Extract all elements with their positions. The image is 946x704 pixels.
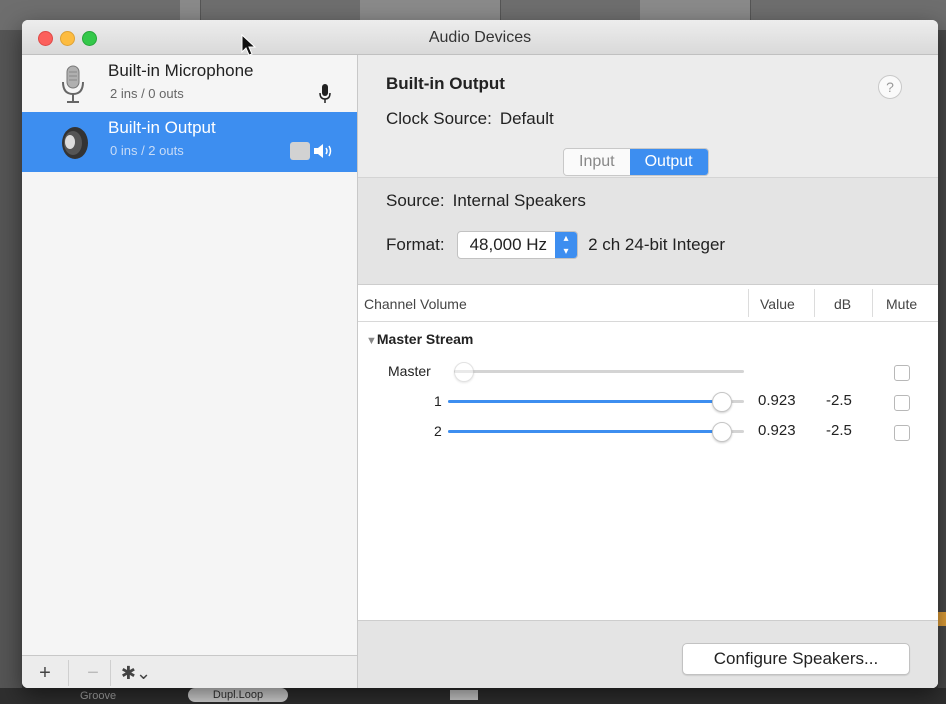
toolbar-divider: [110, 660, 111, 686]
device-detail-pane: Built-in Output ? Clock Source: Default I…: [358, 55, 938, 688]
background-app-handle: [450, 690, 478, 700]
toolbar-divider: [68, 660, 69, 686]
mute-checkbox[interactable]: [894, 425, 910, 441]
table-header: Channel Volume Value dB Mute: [358, 285, 938, 322]
finder-badge-icon: [290, 142, 310, 160]
clock-source-label: Clock Source:: [386, 109, 492, 128]
volume-slider[interactable]: [448, 422, 744, 442]
device-item-built-in-microphone[interactable]: Built-in Microphone 2 ins / 0 outs: [22, 55, 357, 115]
volume-value: 0.923: [758, 422, 796, 439]
volume-slider-knob: [454, 362, 474, 382]
column-divider: [872, 289, 873, 317]
device-list: Built-in Microphone 2 ins / 0 outs Built…: [22, 55, 358, 655]
volume-slider-fill: [448, 430, 721, 433]
volume-value: 0.923: [758, 392, 796, 409]
mute-checkbox: [894, 365, 910, 381]
group-row[interactable]: ▼Master Stream: [358, 329, 938, 353]
source-row: Source: Internal Speakers: [386, 191, 586, 211]
speaker-icon: [62, 127, 88, 159]
volume-db: -2.5: [826, 422, 852, 439]
help-button[interactable]: ?: [878, 75, 902, 99]
group-label: ▼Master Stream: [366, 331, 473, 347]
tab-output[interactable]: Output: [629, 149, 708, 175]
channel-label: Master: [388, 363, 431, 379]
group-name: Master Stream: [376, 331, 474, 347]
pane-footer: Configure Speakers...: [358, 620, 938, 688]
channel-volume-table: Channel Volume Value dB Mute ▼Master Str…: [358, 284, 938, 621]
column-header-channel[interactable]: Channel Volume: [364, 296, 467, 312]
window-titlebar[interactable]: Audio Devices: [22, 20, 938, 55]
speaker-badge-icon: [314, 144, 332, 158]
volume-slider-knob[interactable]: [712, 392, 732, 412]
column-header-value[interactable]: Value: [760, 296, 795, 312]
device-item-built-in-output[interactable]: Built-in Output 0 ins / 2 outs: [22, 112, 357, 172]
tab-input[interactable]: Input: [564, 149, 630, 175]
background-app-marker: [938, 612, 946, 626]
volume-slider[interactable]: [448, 392, 744, 412]
device-list-toolbar: + − ✱⌄: [22, 655, 358, 688]
background-app-pill: Dupl.Loop: [188, 688, 288, 702]
background-app-right-strip: [938, 30, 946, 704]
clock-source: Clock Source: Default: [386, 109, 554, 129]
table-row: 1 0.923 -2.5: [358, 391, 938, 415]
gear-menu-button[interactable]: ✱⌄: [114, 662, 158, 684]
add-device-button[interactable]: +: [32, 662, 58, 684]
window-title: Audio Devices: [428, 29, 532, 46]
device-title: Built-in Output: [386, 74, 505, 93]
format-select[interactable]: 48,000 Hz ▴ ▾: [456, 231, 579, 259]
device-name: Built-in Output: [108, 118, 216, 137]
background-app-label: Groove: [80, 690, 117, 702]
volume-db: -2.5: [826, 392, 852, 409]
device-io-count: 0 ins / 2 outs: [110, 143, 184, 158]
device-io-count: 2 ins / 0 outs: [110, 86, 184, 101]
up-down-arrows-icon: ▴ ▾: [555, 232, 578, 258]
format-select-value: 48,000 Hz: [469, 235, 548, 254]
mute-checkbox[interactable]: [894, 395, 910, 411]
input-output-tabs: Input Output: [563, 148, 709, 176]
source-label: Source:: [386, 191, 445, 210]
clock-source-value: Default: [499, 109, 554, 128]
volume-slider-knob[interactable]: [712, 422, 732, 442]
audio-devices-window: Audio Devices Built-in Microphone 2 ins …: [22, 20, 938, 688]
microphone-icon: [62, 65, 84, 103]
format-row: Format: 48,000 Hz ▴ ▾ 2 ch 24-bit Integer: [386, 231, 725, 259]
table-row: Master: [358, 361, 938, 385]
column-header-db[interactable]: dB: [834, 296, 851, 312]
stream-properties: Source: Internal Speakers Format: 48,000 …: [358, 177, 938, 285]
volume-slider-fill: [448, 400, 721, 403]
source-value: Internal Speakers: [452, 191, 586, 210]
volume-slider: [454, 362, 744, 382]
background-app-left-strip: [0, 30, 22, 704]
column-divider: [748, 289, 749, 317]
format-description: 2 ch 24-bit Integer: [588, 235, 726, 254]
device-name: Built-in Microphone: [108, 61, 254, 80]
table-row: 2 0.923 -2.5: [358, 421, 938, 445]
mouse-pointer-icon: [241, 34, 257, 56]
channel-label: 1: [434, 393, 442, 409]
disclosure-triangle-icon[interactable]: ▼: [366, 335, 377, 347]
microphone-badge-icon: [319, 84, 331, 103]
format-label: Format:: [386, 235, 445, 254]
column-divider: [814, 289, 815, 317]
configure-speakers-button[interactable]: Configure Speakers...: [682, 643, 910, 675]
remove-device-button[interactable]: −: [80, 662, 106, 684]
channel-label: 2: [434, 423, 442, 439]
column-header-mute[interactable]: Mute: [886, 296, 917, 312]
